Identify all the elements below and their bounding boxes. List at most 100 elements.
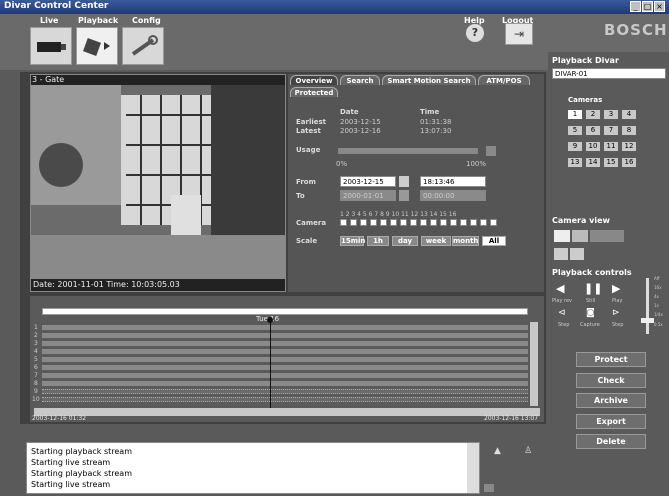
menu-config[interactable]: Config <box>132 16 161 25</box>
close-button[interactable]: × <box>654 1 665 12</box>
track[interactable] <box>42 349 528 354</box>
tab-overview[interactable]: Overview <box>290 75 338 85</box>
maximize-button[interactable]: □ <box>642 1 653 12</box>
camera-checkbox[interactable] <box>440 219 447 226</box>
tab-atm-pos[interactable]: ATM/POS <box>478 75 530 85</box>
track[interactable] <box>42 389 528 394</box>
archive-button[interactable]: Archive <box>576 393 646 408</box>
pause-icon[interactable]: ❚❚ <box>584 282 602 295</box>
track[interactable] <box>42 381 528 386</box>
camera-checkbox[interactable] <box>370 219 377 226</box>
timeline[interactable]: Tue 16 1 2 3 4 5 6 7 8 9 10 2003-12-16 0… <box>30 296 544 422</box>
minimize-button[interactable]: _ <box>630 1 641 12</box>
camera-14-button[interactable]: 14 <box>586 158 600 167</box>
menu-playback[interactable]: Playback <box>78 16 118 25</box>
camera-checkbox[interactable] <box>360 219 367 226</box>
log-clear-icon[interactable] <box>484 484 494 492</box>
camera-15-button[interactable]: 15 <box>604 158 618 167</box>
to-time-field[interactable]: 00:00:00 <box>420 190 486 201</box>
tab-search[interactable]: Search <box>340 75 380 85</box>
camera-checkbox[interactable] <box>470 219 477 226</box>
track[interactable] <box>42 325 528 330</box>
protect-button[interactable]: Protect <box>576 352 646 367</box>
help-icon[interactable]: ? <box>466 24 484 42</box>
capture-icon[interactable]: ◙ <box>586 308 595 318</box>
log-scrollbar[interactable] <box>467 443 479 493</box>
from-date-field[interactable]: 2003-12-15 <box>340 176 396 187</box>
camera-16-button[interactable]: 16 <box>622 158 636 167</box>
timeline-horizontal-scrollbar[interactable] <box>34 408 540 416</box>
tab-smart-motion-search[interactable]: Smart Motion Search <box>382 75 476 85</box>
camera-6-button[interactable]: 6 <box>586 126 600 135</box>
camera-2-button[interactable]: 2 <box>586 110 600 119</box>
sequence-button[interactable] <box>554 248 568 260</box>
camera-12-button[interactable]: 12 <box>622 142 636 151</box>
quad-view-button[interactable] <box>572 230 588 242</box>
camera-9-button[interactable]: 9 <box>568 142 582 151</box>
camera-7-button[interactable]: 7 <box>604 126 618 135</box>
camera-10-button[interactable]: 10 <box>586 142 600 151</box>
live-mode-button[interactable] <box>30 27 72 65</box>
delete-button[interactable]: Delete <box>576 434 646 449</box>
full-screen-button[interactable] <box>570 248 584 260</box>
camera-checkbox[interactable] <box>450 219 457 226</box>
camera-8-button[interactable]: 8 <box>622 126 636 135</box>
play-reverse-icon[interactable]: ◀ <box>556 282 564 295</box>
camera-checkbox[interactable] <box>390 219 397 226</box>
camera-checkbox[interactable] <box>460 219 467 226</box>
status-log[interactable]: Starting playback stream Starting live s… <box>26 442 480 494</box>
camera-video[interactable]: 3 - Gate Date: 2001-11-01 Time: 10:03:05… <box>30 74 286 292</box>
track[interactable] <box>42 365 528 370</box>
play-icon[interactable]: ▶ <box>612 282 620 295</box>
camera-3-button[interactable]: 3 <box>604 110 618 119</box>
camera-checkbox[interactable] <box>350 219 357 226</box>
divar-select[interactable]: DIVAR-01 <box>552 68 666 79</box>
camera-4-button[interactable]: 4 <box>622 110 636 119</box>
track[interactable] <box>42 341 528 346</box>
camera-1-button[interactable]: 1 <box>568 110 582 119</box>
usage-info-icon[interactable] <box>486 146 496 156</box>
scale-week-button[interactable]: week <box>421 236 451 246</box>
camera-checkbox[interactable] <box>490 219 497 226</box>
camera-5-button[interactable]: 5 <box>568 126 582 135</box>
scale-15min-button[interactable]: 15min <box>340 236 365 246</box>
camera-11-button[interactable]: 11 <box>604 142 618 151</box>
track[interactable] <box>42 333 528 338</box>
scale-1h-button[interactable]: 1h <box>367 236 389 246</box>
track[interactable] <box>42 373 528 378</box>
track[interactable] <box>42 397 528 402</box>
camera-checkbox[interactable] <box>380 219 387 226</box>
check-button[interactable]: Check <box>576 373 646 388</box>
logout-icon[interactable]: ⇥ <box>505 23 533 45</box>
track[interactable] <box>42 357 528 362</box>
export-button[interactable]: Export <box>576 414 646 429</box>
person-icon[interactable]: ♙ <box>524 446 532 456</box>
scale-month-button[interactable]: month <box>452 236 479 246</box>
camera-checkbox[interactable] <box>420 219 427 226</box>
from-time-field[interactable]: 18:13:46 <box>420 176 486 187</box>
calendar-icon[interactable] <box>399 176 409 187</box>
camera-13-button[interactable]: 13 <box>568 158 582 167</box>
bell-icon[interactable]: ▲ <box>494 446 501 456</box>
speed-slider-thumb[interactable] <box>641 318 654 323</box>
camera-checkbox[interactable] <box>410 219 417 226</box>
single-view-button[interactable] <box>554 230 570 242</box>
config-mode-button[interactable] <box>122 27 164 65</box>
speed-slider-track[interactable] <box>646 278 649 334</box>
cursor-handle[interactable] <box>267 317 273 323</box>
camera-checkbox[interactable] <box>430 219 437 226</box>
timeline-vertical-scrollbar[interactable] <box>530 322 538 406</box>
calendar-icon-disabled[interactable] <box>399 190 409 201</box>
camera-checkbox[interactable] <box>480 219 487 226</box>
to-date-field[interactable]: 2000-01-01 <box>340 190 396 201</box>
playback-mode-button[interactable] <box>76 27 118 65</box>
menu-live[interactable]: Live <box>40 16 58 25</box>
step-back-icon[interactable]: ⊲ <box>558 308 566 318</box>
scale-all-button[interactable]: All <box>482 236 506 246</box>
camera-checkbox[interactable] <box>340 219 347 226</box>
step-forward-icon[interactable]: ⊳ <box>612 308 620 318</box>
camera-checkbox[interactable] <box>400 219 407 226</box>
multi-view-button[interactable] <box>590 230 624 242</box>
playback-cursor[interactable] <box>270 320 271 408</box>
tab-protected[interactable]: Protected <box>290 87 338 97</box>
